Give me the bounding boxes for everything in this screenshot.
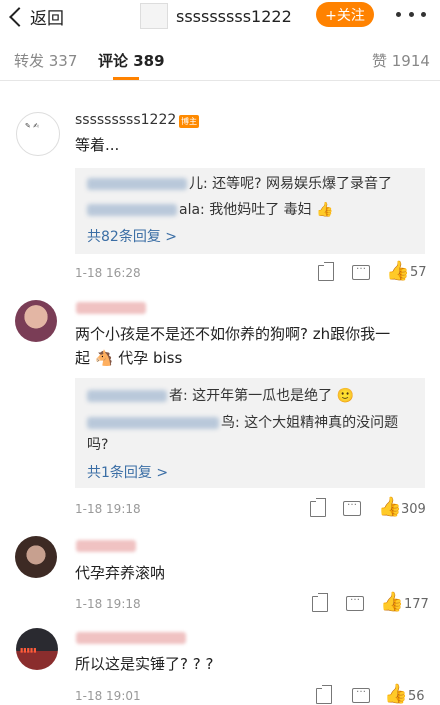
back-label: 返回 xyxy=(30,9,64,29)
like-icon[interactable]: 👍 xyxy=(384,685,408,704)
comment-text-line2: 起 🐴 代孕 biss xyxy=(75,349,183,367)
comment-icon[interactable] xyxy=(343,497,361,516)
nav-user[interactable]: sssssssss1222 xyxy=(140,3,292,29)
like-count: 177 xyxy=(404,597,429,612)
share-icon[interactable] xyxy=(312,593,328,612)
more-replies-link[interactable]: 共1条回复 > xyxy=(87,462,168,482)
like-icon[interactable]: 👍 xyxy=(386,262,410,281)
author-name-blurred[interactable] xyxy=(76,302,146,314)
more-replies-link[interactable]: 共82条回复 > xyxy=(87,226,177,246)
comment-text: 代孕弃养滚呐 xyxy=(75,564,166,582)
like-icon[interactable]: 👍 xyxy=(380,593,404,612)
like-count: 309 xyxy=(401,502,426,517)
avatar xyxy=(140,3,168,29)
reply-line: 鸟: 这个大姐精神真的没问题 xyxy=(87,412,398,432)
comment-text: 两个小孩是不是还不如你养的狗啊? zh跟你我一 xyxy=(75,325,391,343)
tab-comment[interactable]: 评论 389 xyxy=(98,50,165,71)
comment-icon[interactable] xyxy=(352,261,370,280)
avatar-scribble: ✎ ✍ xyxy=(25,122,39,130)
author-badge: 博主 xyxy=(179,115,199,128)
nav-username: sssssssss1222 xyxy=(176,6,292,26)
author-name-blurred[interactable] xyxy=(76,632,186,644)
reply-line: 儿: 还等呢? 网易娱乐爆了录音了 xyxy=(87,173,392,193)
partial-link xyxy=(425,79,429,92)
comment-text: 等着... xyxy=(75,136,120,154)
tab-like[interactable]: 赞 1914 xyxy=(372,50,430,71)
avatar-decoration: ▮▮▮▮▮ xyxy=(20,647,37,654)
follow-button[interactable]: +关注 xyxy=(316,2,374,27)
comment-time: 1-18 19:18 xyxy=(75,597,141,611)
comment-time: 1-18 16:28 xyxy=(75,266,141,280)
avatar[interactable]: ✎ ✍ xyxy=(16,112,60,156)
comment-time: 1-18 19:18 xyxy=(75,502,141,516)
reply-line: 者: 这开年第一瓜也是绝了 🙂 xyxy=(87,385,354,405)
author-name-blurred[interactable] xyxy=(76,540,136,552)
reply-line: 吗? xyxy=(87,437,109,453)
tab-repost[interactable]: 转发 337 xyxy=(14,50,77,71)
comment-author[interactable]: sssssssss1222 xyxy=(75,112,176,128)
avatar[interactable]: ▮▮▮▮▮ xyxy=(16,628,58,670)
avatar[interactable] xyxy=(15,300,57,342)
reply-box[interactable]: 儿: 还等呢? 网易娱乐爆了录音了 ala: 我他妈吐了 毒妇 👍 共82条回复… xyxy=(75,168,425,254)
reply-box[interactable]: 者: 这开年第一瓜也是绝了 🙂 鸟: 这个大姐精神真的没问题 吗? 共1条回复 … xyxy=(75,378,425,488)
like-count: 57 xyxy=(410,265,427,280)
avatar[interactable] xyxy=(15,536,57,578)
comment-time: 1-18 19:01 xyxy=(75,689,141,703)
more-icon[interactable] xyxy=(396,4,426,24)
share-icon[interactable] xyxy=(316,685,332,704)
top-nav: 返回 sssssssss1222 +关注 xyxy=(0,0,440,32)
share-icon[interactable] xyxy=(318,262,334,281)
reply-line: ala: 我他妈吐了 毒妇 👍 xyxy=(87,199,334,219)
share-icon[interactable] xyxy=(310,498,326,517)
chevron-left-icon xyxy=(9,6,29,27)
tab-bar: 转发 337 评论 389 赞 1914 xyxy=(0,42,440,81)
back-button[interactable]: 返回 xyxy=(9,4,64,29)
like-count: 56 xyxy=(408,689,425,704)
comment-icon[interactable] xyxy=(352,684,370,703)
tab-indicator xyxy=(113,77,139,80)
comment-icon[interactable] xyxy=(346,592,364,611)
like-icon[interactable]: 👍 xyxy=(378,498,402,517)
comment-text: 所以这是实锤了? ? ? xyxy=(75,655,214,673)
